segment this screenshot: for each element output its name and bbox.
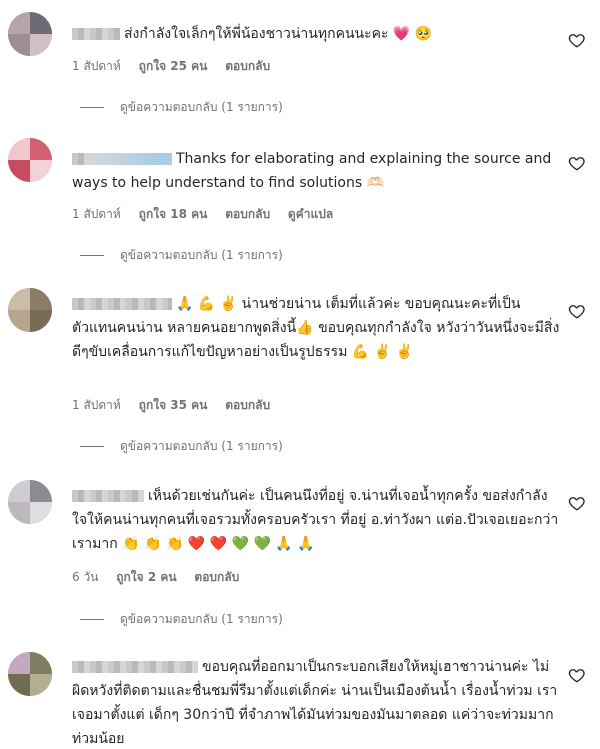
comment-meta: 1 สัปดาห์ ถูกใจ 25 คน ตอบกลับ	[72, 57, 284, 76]
comment-meta: 1 สัปดาห์ ถูกใจ 18 คน ตอบกลับ ดูคำแปล	[72, 205, 347, 224]
avatar[interactable]	[8, 480, 52, 524]
translate-button[interactable]: ดูคำแปล	[288, 207, 333, 221]
timestamp[interactable]: 6 วัน	[72, 570, 98, 584]
view-replies-label: ดูข้อความตอบกลับ (1 รายการ)	[120, 100, 283, 114]
comment-body: 🙏 💪 ✌️ น่านช่วยน่าน เต็มที่แล้วค่ะ ขอบคุ…	[72, 292, 562, 364]
comment-meta: 6 วัน ถูกใจ 2 คน ตอบกลับ	[72, 568, 253, 587]
replies-divider	[80, 255, 104, 256]
reply-button[interactable]: ตอบกลับ	[225, 59, 270, 73]
avatar[interactable]	[8, 288, 52, 332]
heart-outline-icon[interactable]	[568, 302, 586, 320]
view-replies-label: ดูข้อความตอบกลับ (1 รายการ)	[120, 248, 283, 262]
avatar[interactable]	[8, 652, 52, 696]
view-replies-button[interactable]: ดูข้อความตอบกลับ (1 รายการ)	[80, 246, 283, 265]
like-count[interactable]: ถูกใจ 35 คน	[139, 398, 208, 412]
reply-button[interactable]: ตอบกลับ	[225, 398, 270, 412]
comment-body: ส่งกำลังใจเล็กๆให้พี่น้องชาวน่านทุกคนนะค…	[72, 22, 562, 46]
username[interactable]	[72, 298, 172, 310]
comment-text: ส่งกำลังใจเล็กๆให้พี่น้องชาวน่านทุกคนนะค…	[124, 26, 433, 42]
avatar[interactable]	[8, 12, 52, 56]
like-count[interactable]: ถูกใจ 2 คน	[116, 570, 176, 584]
comment-body: ขอบคุณที่ออกมาเป็นกระบอกเสียงให้หมู่เฮาช…	[72, 655, 562, 749]
reply-button[interactable]: ตอบกลับ	[194, 570, 239, 584]
reply-button[interactable]: ตอบกลับ	[225, 207, 270, 221]
timestamp[interactable]: 1 สัปดาห์	[72, 398, 121, 412]
comment-body: เห็นด้วยเช่นกันค่ะ เป็นคนนึงที่อยู่ จ.น่…	[72, 484, 562, 556]
heart-outline-icon[interactable]	[568, 494, 586, 512]
view-replies-button[interactable]: ดูข้อความตอบกลับ (1 รายการ)	[80, 437, 283, 456]
heart-outline-icon[interactable]	[568, 666, 586, 684]
view-replies-label: ดูข้อความตอบกลับ (1 รายการ)	[120, 439, 283, 453]
replies-divider	[80, 619, 104, 620]
username[interactable]	[72, 490, 144, 502]
view-replies-label: ดูข้อความตอบกลับ (1 รายการ)	[120, 612, 283, 626]
username[interactable]	[72, 28, 120, 40]
like-count[interactable]: ถูกใจ 25 คน	[139, 59, 208, 73]
heart-outline-icon[interactable]	[568, 154, 586, 172]
username[interactable]	[72, 153, 172, 165]
view-replies-button[interactable]: ดูข้อความตอบกลับ (1 รายการ)	[80, 98, 283, 117]
avatar[interactable]	[8, 138, 52, 182]
replies-divider	[80, 446, 104, 447]
comment-body: Thanks for elaborating and explaining th…	[72, 147, 562, 195]
heart-outline-icon[interactable]	[568, 31, 586, 49]
comment-text: เห็นด้วยเช่นกันค่ะ เป็นคนนึงที่อยู่ จ.น่…	[72, 488, 559, 552]
view-replies-button[interactable]: ดูข้อความตอบกลับ (1 รายการ)	[80, 610, 283, 629]
timestamp[interactable]: 1 สัปดาห์	[72, 59, 121, 73]
comment-meta: 1 สัปดาห์ ถูกใจ 35 คน ตอบกลับ	[72, 396, 284, 415]
username[interactable]	[72, 661, 198, 673]
replies-divider	[80, 107, 104, 108]
timestamp[interactable]: 1 สัปดาห์	[72, 207, 121, 221]
like-count[interactable]: ถูกใจ 18 คน	[139, 207, 208, 221]
